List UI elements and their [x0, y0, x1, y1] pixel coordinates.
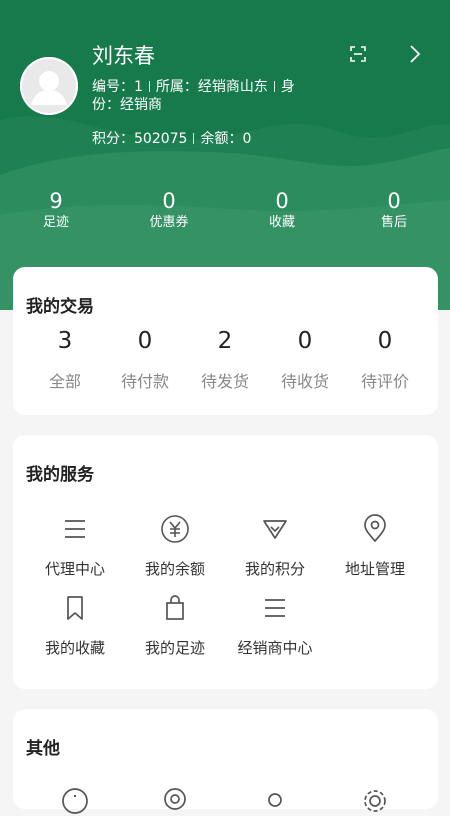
user-name: 刘东春: [92, 44, 155, 68]
location-icon: [364, 514, 386, 543]
list-icon: [65, 520, 85, 538]
service-footprint[interactable]: 我的足迹: [125, 593, 225, 658]
yen-icon: [161, 515, 189, 543]
user-id: 编号：1: [92, 79, 143, 95]
user-points: 积分：502075: [92, 131, 188, 147]
service-address[interactable]: 地址管理: [325, 514, 425, 579]
service-label: 地址管理: [344, 560, 405, 578]
chevron-right-icon[interactable]: [408, 44, 422, 64]
other-title: 其他: [26, 739, 60, 759]
list-icon: [265, 599, 285, 617]
stat-after-sales[interactable]: 0 售后: [349, 188, 439, 232]
stat-coupons[interactable]: 0 优惠券: [124, 188, 214, 232]
stat-number: 0: [162, 189, 176, 213]
user-info: 编号：1 所属：经销商山东身份：经销商: [92, 78, 320, 114]
profile-header: 刘东春 编号：1 所属：经销商山东身份：经销商 积分：502075 余额：0 9 足…: [0, 0, 450, 310]
order-pending-shipment[interactable]: 2 待发货: [185, 327, 265, 392]
stat-label: 足迹: [42, 215, 69, 230]
order-count: 3: [57, 328, 73, 354]
stat-label: 售后: [380, 215, 407, 230]
settings-icon[interactable]: [360, 786, 390, 816]
bookmark-icon: [67, 596, 83, 620]
trade-title: 我的交易: [26, 297, 94, 317]
header-waves: [0, 116, 450, 310]
user-belongs: 所属：经销商山东: [155, 79, 268, 95]
order-count: 0: [297, 328, 313, 354]
service-balance[interactable]: 我的余额: [125, 514, 225, 579]
user-points-row: 积分：502075 余额：0: [92, 128, 251, 148]
order-count: 2: [217, 328, 233, 354]
order-pending-receipt[interactable]: 0 待收货: [265, 327, 345, 392]
stats-row: 9 足迹 0 优惠券 0 收藏 0 售后: [0, 188, 450, 238]
order-label: 待收货: [280, 372, 329, 391]
service-label: 我的足迹: [144, 639, 205, 657]
order-pending-payment[interactable]: 0 待付款: [105, 327, 185, 392]
stat-favorites[interactable]: 0 收藏: [237, 188, 327, 232]
stat-label: 收藏: [268, 215, 295, 230]
divider: [148, 81, 150, 92]
user-identity-a: 身: [280, 79, 295, 95]
stat-number: 0: [387, 189, 401, 213]
service-points[interactable]: 我的积分: [225, 514, 325, 579]
stat-footprint[interactable]: 9 足迹: [11, 188, 101, 232]
stat-label: 优惠券: [149, 215, 189, 230]
avatar-placeholder-icon: [20, 57, 78, 115]
search-icon[interactable]: [260, 786, 290, 816]
service-label: 代理中心: [44, 560, 105, 578]
scan-icon[interactable]: [350, 46, 366, 62]
order-count: 0: [137, 328, 153, 354]
order-all[interactable]: 3 全部: [25, 327, 105, 392]
order-pending-review[interactable]: 0 待评价: [345, 327, 425, 392]
stat-number: 9: [49, 189, 63, 213]
divider: [273, 81, 275, 92]
service-label: 我的积分: [244, 560, 305, 578]
avatar[interactable]: [20, 57, 78, 115]
user-identity-b: 份：经销商: [92, 97, 162, 113]
diamond-icon: [263, 520, 287, 539]
stat-number: 0: [275, 189, 289, 213]
order-label: 待评价: [360, 372, 409, 391]
user-balance: 余额：0: [200, 131, 252, 147]
support-icon[interactable]: [160, 786, 190, 816]
info-icon[interactable]: [60, 786, 90, 816]
order-count: 0: [377, 328, 393, 354]
divider: [193, 133, 195, 144]
services-title: 我的服务: [26, 465, 94, 485]
service-agent-center[interactable]: 代理中心: [25, 514, 125, 579]
service-label: 我的收藏: [44, 639, 105, 657]
service-dealer-center[interactable]: 经销商中心: [225, 593, 325, 658]
service-label: 我的余额: [144, 560, 205, 578]
bag-icon: [166, 595, 184, 620]
order-label: 待付款: [120, 372, 169, 391]
service-favorites[interactable]: 我的收藏: [25, 593, 125, 658]
order-label: 待发货: [200, 372, 249, 391]
order-label: 全部: [48, 372, 81, 391]
service-label: 经销商中心: [237, 639, 313, 657]
